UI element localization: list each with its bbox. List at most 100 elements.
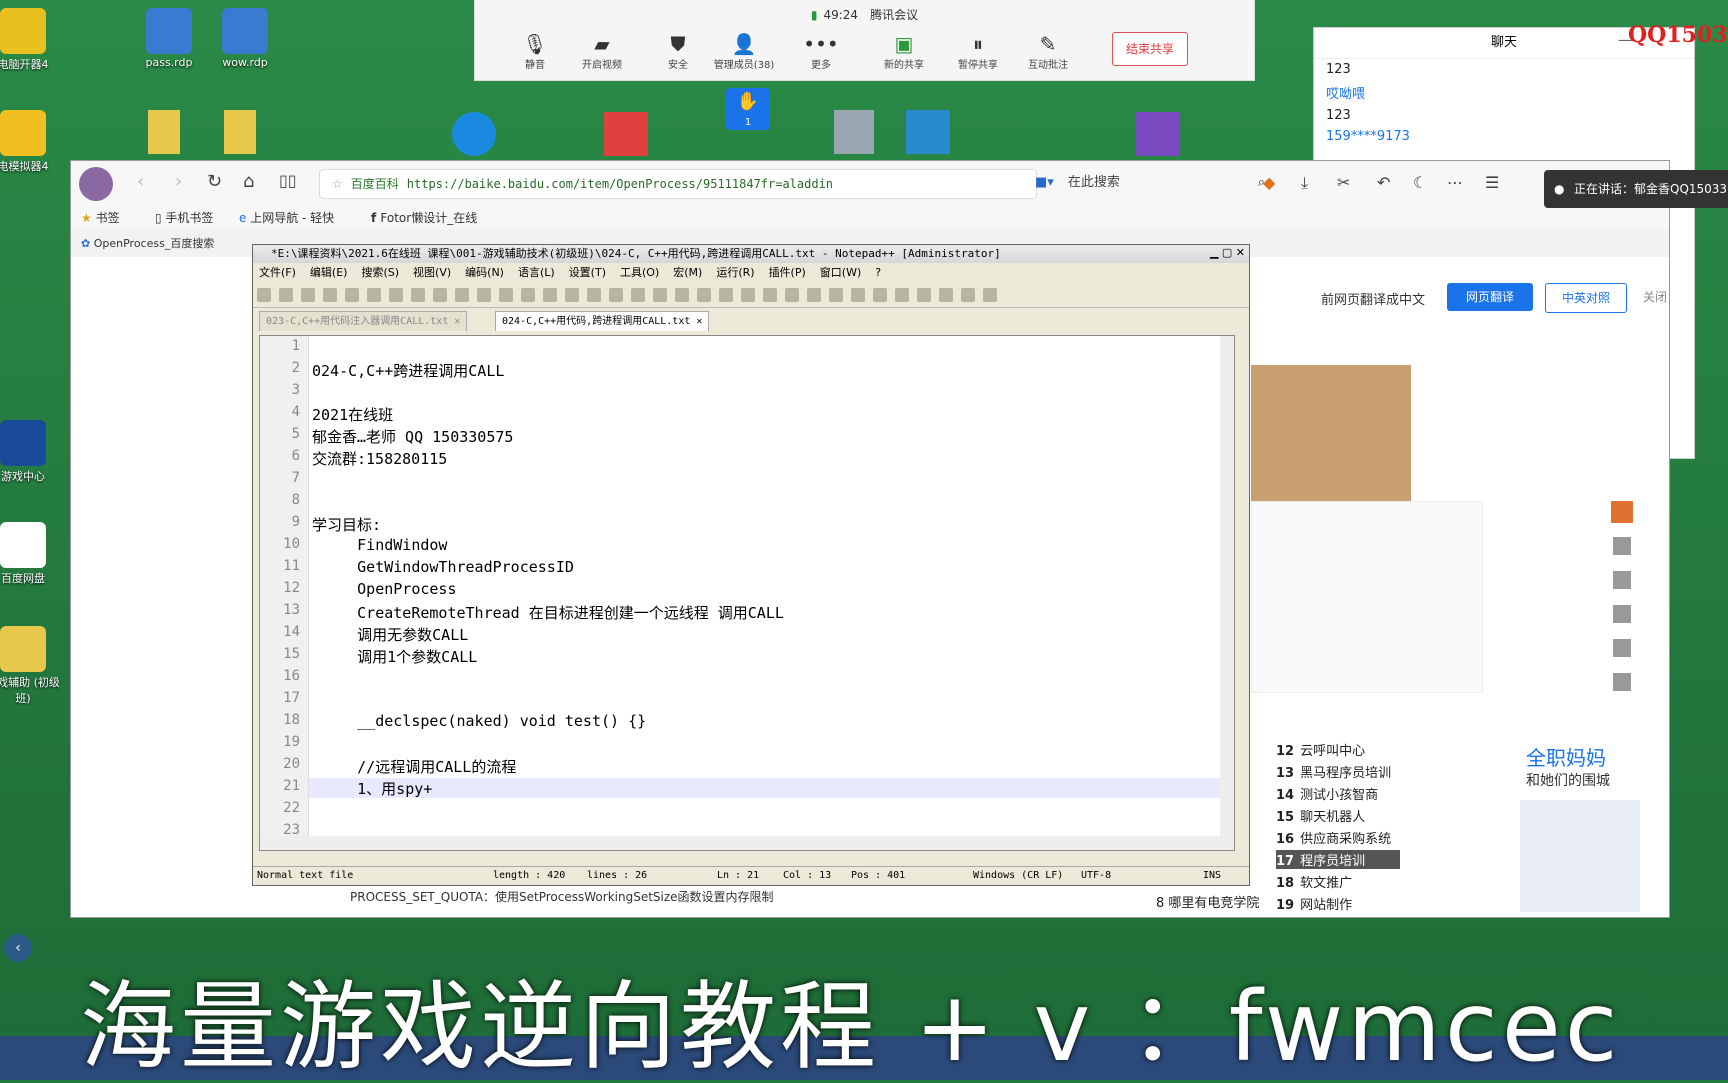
toolbar-icon[interactable] <box>389 288 403 302</box>
toolbar-icon[interactable] <box>763 288 777 302</box>
desktop-icon[interactable]: 电模拟器4 <box>0 110 66 174</box>
toolbar-icon[interactable] <box>279 288 293 302</box>
menu-item[interactable]: 视图(V) <box>413 266 451 279</box>
bookmark-item[interactable]: e 上网导航 - 轻快 <box>239 209 334 226</box>
more-button[interactable]: ••• 更多 <box>786 32 856 71</box>
toolbar-icon[interactable] <box>719 288 733 302</box>
menu-item[interactable]: ? <box>875 266 881 279</box>
toolbar-icon[interactable] <box>829 288 843 302</box>
raise-hand-button[interactable]: ✋ 1 <box>726 88 770 130</box>
bookmark-item[interactable]: f Fotor懒设计_在线 <box>371 209 477 226</box>
toolbar-icon[interactable] <box>301 288 315 302</box>
desktop-icon[interactable]: 电脑开器4 <box>0 8 66 72</box>
address-bar[interactable]: ☆ 百度百科 https://baike.baidu.com/item/OpenPr… <box>319 169 1037 199</box>
star-icon[interactable]: ☆ <box>332 177 343 191</box>
desktop-icon[interactable]: wow.rdp <box>202 8 288 69</box>
download-icon[interactable]: ⤓ <box>1301 173 1308 193</box>
toolbar-icon[interactable] <box>917 288 931 302</box>
toolbar-icon[interactable] <box>807 288 821 302</box>
app-icon[interactable] <box>906 110 950 154</box>
toolbar-icon[interactable] <box>521 288 535 302</box>
toolbar-icon[interactable] <box>587 288 601 302</box>
members-button[interactable]: 👤 管理成员(38) <box>709 32 779 71</box>
rank-item[interactable]: 15 聊天机器人 <box>1276 806 1365 825</box>
menu-item[interactable]: 运行(R) <box>716 266 754 279</box>
pause-share-button[interactable]: ⏸ 暂停共享 <box>943 32 1013 71</box>
menu-item[interactable]: 宏(M) <box>673 266 702 279</box>
translate-button[interactable]: 网页翻译 <box>1447 283 1533 311</box>
menu-item[interactable]: 设置(T) <box>569 266 606 279</box>
rank-item[interactable]: 16 供应商采购系统 <box>1276 828 1391 847</box>
home-icon[interactable]: ⌂ <box>243 171 254 192</box>
wechat-icon[interactable] <box>1613 605 1631 623</box>
forward-icon[interactable]: › <box>175 171 182 192</box>
desktop-icon[interactable]: pass.rdp <box>126 8 212 69</box>
toolbar-icon[interactable] <box>455 288 469 302</box>
folder-icon[interactable] <box>224 110 256 154</box>
rank-item[interactable]: 8 哪里有电竞学院 <box>1156 892 1259 911</box>
bookmark-item[interactable]: ▯ 手机书签 <box>155 209 213 226</box>
toolbar-icon[interactable] <box>367 288 381 302</box>
vertical-scrollbar[interactable] <box>1220 336 1234 850</box>
toolbar-icon[interactable] <box>741 288 755 302</box>
chevron-left-icon[interactable]: ‹ <box>4 934 32 962</box>
menu-item[interactable]: 搜索(S) <box>361 266 399 279</box>
file-tab[interactable]: 023-C,C++用代码注入器调用CALL.txt ✕ <box>259 311 468 331</box>
visual-studio-icon[interactable] <box>1136 112 1180 156</box>
qq-icon[interactable] <box>1613 639 1631 657</box>
desktop-icon[interactable]: 游戏中心 <box>0 420 66 484</box>
toolbar-icon[interactable] <box>565 288 579 302</box>
mobile-icon[interactable] <box>1613 673 1631 691</box>
cut-icon[interactable]: ✂ <box>1337 173 1350 192</box>
rank-item[interactable]: 14 测试小孩智商 <box>1276 784 1378 803</box>
toolbar-icon[interactable] <box>609 288 623 302</box>
app-icon[interactable] <box>452 112 496 156</box>
menu-item[interactable]: 窗口(W) <box>820 266 861 279</box>
bookmark-item[interactable]: ★ 书签 <box>81 209 120 226</box>
menu-icon[interactable]: ☰ <box>1485 173 1499 192</box>
end-share-button[interactable]: 结束共享 <box>1112 32 1188 66</box>
gift-icon[interactable] <box>1611 501 1633 523</box>
toolbar-icon[interactable] <box>499 288 513 302</box>
toolbar-icon[interactable] <box>939 288 953 302</box>
toolbar-icon[interactable] <box>785 288 799 302</box>
toolbar-icon[interactable] <box>851 288 865 302</box>
toolbar-icon[interactable] <box>961 288 975 302</box>
toolbar-icon[interactable] <box>323 288 337 302</box>
app-icon[interactable] <box>834 110 874 154</box>
annotate-button[interactable]: ✎ 互动批注 <box>1013 32 1083 71</box>
horizontal-scrollbar[interactable] <box>260 836 1220 850</box>
new-share-button[interactable]: ▣ 新的共享 <box>869 32 939 71</box>
security-button[interactable]: ⛊ 安全 <box>643 32 713 71</box>
toolbar-icon[interactable] <box>675 288 689 302</box>
menu-item[interactable]: 编码(N) <box>465 266 504 279</box>
menu-item[interactable]: 编辑(E) <box>310 266 348 279</box>
toolbar-icon[interactable] <box>345 288 359 302</box>
rank-item[interactable]: 19 网站制作 <box>1276 894 1352 913</box>
toolbar-icon[interactable] <box>653 288 667 302</box>
compare-button[interactable]: 中英对照 <box>1545 283 1627 313</box>
code-editor[interactable]: 1 2 3 4 5 6 7 8 9 10 11 12 13 14 15 16 17 18 19 20 21 22 23 02… <box>259 335 1235 851</box>
rank-item[interactable]: 13 黑马程序员培训 <box>1276 762 1391 781</box>
window-controls[interactable]: ▁ ▢ ✕ <box>1210 246 1245 259</box>
menu-item[interactable]: 工具(O) <box>620 266 659 279</box>
close-translate-button[interactable]: 关闭 <box>1635 283 1675 311</box>
toolbar-icon[interactable] <box>433 288 447 302</box>
video-button[interactable]: ▰ 开启视频 <box>567 32 637 71</box>
refresh-icon[interactable]: ↻ <box>207 171 222 192</box>
toolbar-icon[interactable] <box>543 288 557 302</box>
file-tab-active[interactable]: 024-C,C++用代码,跨进程调用CALL.txt ✕ <box>495 311 710 331</box>
browser-tab[interactable]: ✿ OpenProcess_百度搜索 <box>81 235 214 251</box>
weibo-icon[interactable] <box>1613 571 1631 589</box>
help-icon[interactable] <box>604 112 648 156</box>
search-box[interactable]: ■▾ 在此搜索 ⌕ <box>1035 169 1265 197</box>
toolbar-icon[interactable] <box>873 288 887 302</box>
rank-item[interactable]: 12 云呼叫中心 <box>1276 740 1365 759</box>
rank-item-active[interactable]: 17 程序员培训 <box>1276 850 1400 869</box>
close-icon[interactable]: ✕ <box>696 316 702 327</box>
toolbar-icon[interactable] <box>631 288 645 302</box>
folder-icon[interactable] <box>148 110 180 154</box>
toolbar-icon[interactable] <box>983 288 997 302</box>
close-icon[interactable]: ✕ <box>454 316 460 327</box>
toolbar-icon[interactable] <box>411 288 425 302</box>
